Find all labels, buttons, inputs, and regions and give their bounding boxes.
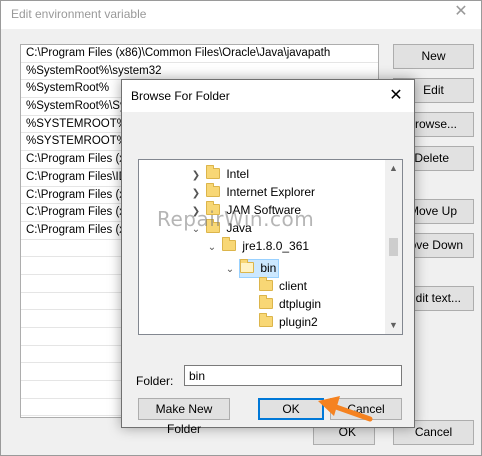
browse-for-folder-dialog: Browse For Folder ✕ ❯ Intel ❯ Internet E… [121, 79, 415, 436]
tree-item-jre[interactable]: ⌄ jre1.8.0_361 [205, 237, 309, 255]
folder-input[interactable] [184, 365, 402, 386]
dialog-ok-button[interactable]: OK [258, 398, 324, 420]
scroll-thumb[interactable] [389, 238, 398, 256]
folder-open-icon [240, 259, 255, 273]
folder-icon [206, 165, 221, 179]
outer-window-title: Edit environment variable [11, 7, 147, 21]
new-button[interactable]: New [393, 44, 474, 69]
scroll-down-arrow-icon[interactable]: ▼ [385, 317, 402, 334]
outer-titlebar: Edit environment variable ✕ [1, 1, 481, 29]
tree-item-label: bin [260, 261, 277, 275]
chevron-down-icon[interactable]: ⌄ [205, 239, 219, 257]
tree-item-label: Internet Explorer [226, 185, 316, 199]
scroll-up-arrow-icon[interactable]: ▲ [385, 160, 402, 177]
tree-item-label: dtplugin [279, 297, 322, 311]
dialog-close-icon[interactable]: ✕ [384, 84, 408, 108]
folder-tree[interactable]: ❯ Intel ❯ Internet Explorer ❯ JAM Softwa… [138, 159, 403, 335]
tree-item-intel[interactable]: ❯ Intel [189, 165, 249, 183]
watermark: RepairWin.com [157, 207, 315, 231]
tree-item-client[interactable]: client [259, 277, 307, 295]
outer-close-icon[interactable]: ✕ [441, 1, 481, 25]
dialog-cancel-button[interactable]: Cancel [330, 398, 402, 420]
make-new-folder-button[interactable]: Make New Folder [138, 398, 230, 436]
folder-icon [259, 295, 273, 309]
folder-icon [222, 237, 237, 251]
folder-label: Folder: [136, 374, 174, 388]
tree-item-internet-explorer[interactable]: ❯ Internet Explorer [189, 183, 315, 201]
dialog-title: Browse For Folder [131, 89, 230, 103]
env-row[interactable]: %SystemRoot%\system32 [21, 63, 378, 81]
tree-vertical-scrollbar[interactable]: ▲ ▼ [385, 160, 402, 334]
folder-icon [259, 313, 273, 327]
tree-item-label: plugin2 [279, 315, 318, 329]
tree-item-label: Intel [226, 167, 250, 181]
tree-item-label: client [279, 279, 308, 293]
tree-item-plugin2[interactable]: plugin2 [259, 313, 318, 331]
env-row[interactable]: C:\Program Files (x86)\Common Files\Orac… [21, 45, 378, 63]
folder-icon [206, 183, 221, 197]
tree-item-label: jre1.8.0_361 [242, 239, 310, 253]
folder-icon [259, 277, 273, 291]
chevron-down-icon[interactable]: ⌄ [223, 261, 237, 279]
tree-item-bin[interactable]: ⌄ bin [223, 259, 276, 277]
dialog-titlebar: Browse For Folder ✕ [122, 80, 414, 112]
tree-item-dtplugin[interactable]: dtplugin [259, 295, 321, 313]
